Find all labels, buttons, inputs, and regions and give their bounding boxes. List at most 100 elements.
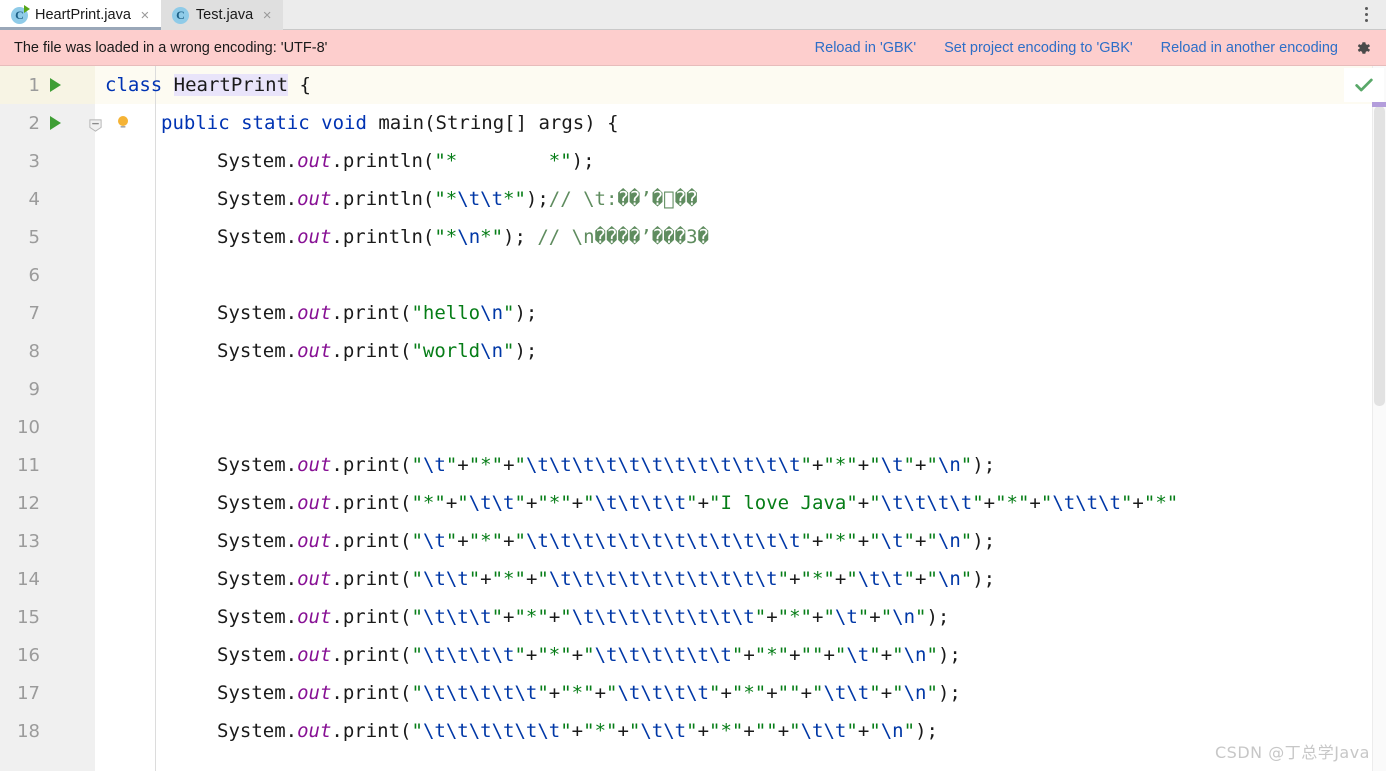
code-text[interactable]: public static void main(String[] args) { <box>161 112 619 134</box>
code-token-esc: \t\t\t\t <box>880 492 973 514</box>
code-line[interactable]: 3 System.out.println("* *"); <box>0 142 1386 180</box>
code-token-str: " <box>628 720 641 742</box>
code-token-str: " <box>926 530 938 552</box>
code-line[interactable]: 1 class HeartPrint { <box>0 66 1386 104</box>
line-number: 16 <box>17 644 40 666</box>
code-line[interactable]: 17 System.out.print("\t\t\t\t\t"+"*"+"\t\… <box>0 674 1386 712</box>
code-token-plain: + <box>811 606 824 628</box>
intention-lightbulb-icon[interactable] <box>114 114 132 132</box>
code-token-esc: \t <box>880 454 904 476</box>
java-class-icon: C <box>171 6 189 24</box>
code-text[interactable]: System.out.print("*"+"\t\t"+"*"+"\t\t\t\… <box>217 492 1178 514</box>
code-token-str: " <box>869 720 881 742</box>
code-text[interactable]: System.out.print("world\n"); <box>217 340 537 362</box>
code-text[interactable]: System.out.print("\t\t\t\t\t\t"+"*"+"\t\… <box>217 720 938 742</box>
editor-scrollbar[interactable] <box>1372 66 1386 771</box>
editor-tab-heartprint[interactable]: C HeartPrint.java × <box>0 0 161 30</box>
gear-icon[interactable] <box>1354 39 1372 57</box>
scrollbar-thumb[interactable] <box>1374 106 1385 406</box>
code-token-plain: + <box>834 568 847 590</box>
reload-in-gbk-link[interactable]: Reload in 'GBK' <box>815 40 916 56</box>
code-token-plain: System. <box>217 568 298 590</box>
code-token-esc: \t\t\t\t\t\t <box>594 644 732 666</box>
line-number: 11 <box>17 454 40 476</box>
code-text[interactable]: class HeartPrint { <box>105 74 311 96</box>
code-token-plain: + <box>914 568 927 590</box>
code-token-fld: out <box>297 188 332 210</box>
code-text[interactable]: System.out.println("*\n*"); // \n����’��… <box>217 226 709 248</box>
code-line[interactable]: 8 System.out.print("world\n"); <box>0 332 1386 370</box>
code-token-esc: \n <box>480 302 504 324</box>
editor-tab-bar: C HeartPrint.java × C Test.java × <box>0 0 1386 30</box>
code-line[interactable]: 7 System.out.print("hello\n"); <box>0 294 1386 332</box>
code-text[interactable]: System.out.print("\t"+"*"+"\t\t\t\t\t\t\… <box>217 454 995 476</box>
code-line[interactable]: 5 System.out.println("*\n*"); // \n����’�… <box>0 218 1386 256</box>
code-text[interactable]: System.out.println("*\t\t*");// \t:��’�ͥ… <box>217 188 698 210</box>
close-icon[interactable]: × <box>138 8 152 23</box>
code-token-plain: System. <box>217 492 298 514</box>
line-number: 7 <box>28 302 40 324</box>
code-token-plain: .print( <box>331 720 412 742</box>
code-line[interactable]: 9 <box>0 370 1386 408</box>
code-text[interactable]: System.out.print("\t\t\t"+"*"+"\t\t\t\t\… <box>217 606 949 628</box>
code-line[interactable]: 11 System.out.print("\t"+"*"+"\t\t\t\t\t\… <box>0 446 1386 484</box>
code-token-plain: + <box>697 492 710 514</box>
code-line[interactable]: 14 System.out.print("\t\t"+"*"+"\t\t\t\t\… <box>0 560 1386 598</box>
code-text[interactable]: System.out.print("\t\t\t\t"+"*"+"\t\t\t\… <box>217 644 961 666</box>
editor-tab-test[interactable]: C Test.java × <box>160 0 284 30</box>
code-token-str: " <box>880 606 893 628</box>
code-text[interactable]: System.out.print("\t\t"+"*"+"\t\t\t\t\t\… <box>217 568 995 590</box>
code-token-esc: \n <box>880 720 904 742</box>
code-line[interactable]: 18 System.out.print("\t\t\t\t\t\t"+"*"+"\… <box>0 712 1386 750</box>
code-token-plain: + <box>880 682 893 704</box>
line-number: 14 <box>17 568 40 590</box>
code-lines[interactable]: 1 class HeartPrint {2 public static void m… <box>0 66 1386 750</box>
code-token-plain: + <box>720 682 732 704</box>
code-token-str: "*" <box>754 644 790 666</box>
code-token-esc: \n <box>937 530 961 552</box>
code-token-plain: System. <box>217 226 298 248</box>
editor-options-menu-button[interactable] <box>1346 0 1386 29</box>
code-token-plain: .print( <box>331 644 412 666</box>
code-token-plain: .print( <box>331 682 412 704</box>
code-fold-collapse-icon[interactable] <box>88 116 103 132</box>
code-token-plain: .print( <box>331 530 412 552</box>
code-token-plain: main(String[] args) { <box>378 112 619 134</box>
code-token-str: " <box>445 530 458 552</box>
java-class-letter: C <box>171 6 189 24</box>
code-text[interactable]: System.out.print("\t"+"*"+"\t\t\t\t\t\t\… <box>217 530 995 552</box>
code-token-plain: + <box>823 644 835 666</box>
code-token-kw: public static void <box>161 112 379 134</box>
run-gutter-icon[interactable] <box>50 116 61 130</box>
code-token-str: " <box>411 720 423 742</box>
code-line[interactable]: 15 System.out.print("\t\t\t"+"*"+"\t\t\t\… <box>0 598 1386 636</box>
code-token-plain: .println( <box>331 226 435 248</box>
scrollbar-error-marker[interactable] <box>1372 102 1386 107</box>
code-token-esc: \t\t\t\t\t\t <box>422 720 561 742</box>
code-token-plain: + <box>525 568 538 590</box>
inspection-status-widget[interactable] <box>1344 68 1384 102</box>
code-text[interactable]: System.out.println("* *"); <box>217 150 595 172</box>
code-line[interactable]: 4 System.out.println("*\t\t*");// \t:��’�… <box>0 180 1386 218</box>
code-token-esc: \n <box>903 644 927 666</box>
code-line[interactable]: 13 System.out.print("\t"+"*"+"\t\t\t\t\t\… <box>0 522 1386 560</box>
code-text[interactable]: System.out.print("\t\t\t\t\t"+"*"+"\t\t\… <box>217 682 961 704</box>
code-token-plain: ); <box>503 226 538 248</box>
run-gutter-icon[interactable] <box>50 78 61 92</box>
code-line[interactable]: 6 <box>0 256 1386 294</box>
code-token-plain: + <box>983 492 996 514</box>
close-icon[interactable]: × <box>260 8 274 23</box>
code-text[interactable]: System.out.print("hello\n"); <box>217 302 537 324</box>
code-line[interactable]: 12 System.out.print("*"+"\t\t"+"*"+"\t\t\… <box>0 484 1386 522</box>
code-line[interactable]: 2 public static void main(String[] args) … <box>0 104 1386 142</box>
code-token-plain: + <box>789 568 801 590</box>
reload-in-another-encoding-link[interactable]: Reload in another encoding <box>1161 40 1338 56</box>
code-token-str: "*" <box>560 682 595 704</box>
code-token-str: " <box>560 720 572 742</box>
code-line[interactable]: 16 System.out.print("\t\t\t\t"+"*"+"\t\t\… <box>0 636 1386 674</box>
line-number: 15 <box>17 606 40 628</box>
code-token-cmtg: // \n����’���3� <box>537 226 709 248</box>
set-project-encoding-link[interactable]: Set project encoding to 'GBK' <box>944 40 1133 56</box>
code-editor-area[interactable]: 1 class HeartPrint {2 public static void m… <box>0 66 1386 771</box>
code-line[interactable]: 10 <box>0 408 1386 446</box>
